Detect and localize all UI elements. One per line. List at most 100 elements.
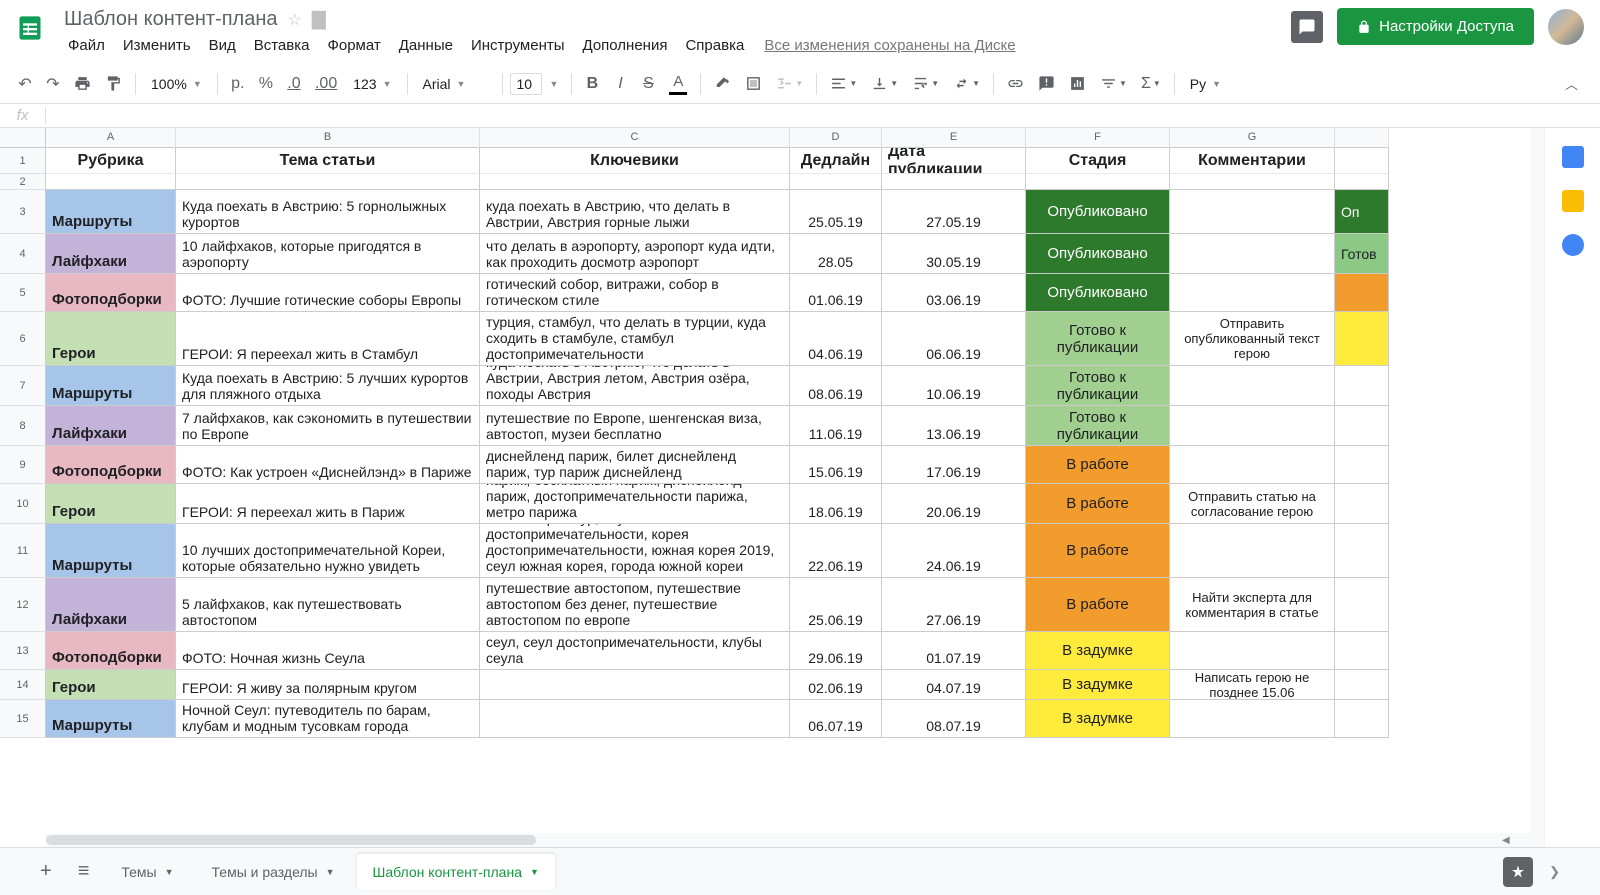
rubric-cell[interactable]: Маршруты (46, 190, 176, 234)
col-header-B[interactable]: B (176, 128, 480, 148)
rubric-cell[interactable]: Фотоподборки (46, 274, 176, 312)
comment-cell[interactable] (1170, 274, 1335, 312)
topic-cell[interactable]: 10 лайфхаков, которые пригодятся в аэроп… (176, 234, 480, 274)
row-header-4[interactable]: 4 (0, 234, 46, 274)
deadline-cell[interactable]: 25.06.19 (790, 578, 882, 632)
pubdate-cell[interactable]: 17.06.19 (882, 446, 1026, 484)
deadline-cell[interactable]: 25.05.19 (790, 190, 882, 234)
extra-cell[interactable] (1335, 670, 1389, 700)
deadline-cell[interactable]: 18.06.19 (790, 484, 882, 524)
topic-cell[interactable]: 5 лайфхаков, как путешествовать автостоп… (176, 578, 480, 632)
menu-справка[interactable]: Справка (677, 33, 752, 58)
comment-cell[interactable] (1170, 190, 1335, 234)
side-panel-toggle[interactable]: ❯ (1539, 858, 1570, 886)
extra-cell[interactable] (1335, 700, 1389, 738)
stage-cell[interactable]: Готово к публикации (1026, 366, 1170, 406)
menu-инструменты[interactable]: Инструменты (463, 33, 573, 58)
cell[interactable] (176, 174, 480, 190)
extra-cell[interactable] (1335, 366, 1389, 406)
pubdate-cell[interactable]: 06.06.19 (882, 312, 1026, 366)
rubric-cell[interactable]: Маршруты (46, 524, 176, 578)
deadline-cell[interactable]: 06.07.19 (790, 700, 882, 738)
rubric-cell[interactable]: Маршруты (46, 366, 176, 406)
keywords-cell[interactable] (480, 700, 790, 738)
comment-cell[interactable] (1170, 366, 1335, 406)
deadline-cell[interactable]: 15.06.19 (790, 446, 882, 484)
topic-cell[interactable]: Ночной Сеул: путеводитель по барам, клуб… (176, 700, 480, 738)
valign-button[interactable]: ▼ (865, 71, 904, 96)
cell[interactable] (882, 174, 1026, 190)
row-header-15[interactable]: 15 (0, 700, 46, 738)
keywords-cell[interactable]: путешествие автостопом, путешествие авто… (480, 578, 790, 632)
deadline-cell[interactable]: 02.06.19 (790, 670, 882, 700)
comment-cell[interactable]: Написать герою не позднее 15.06 (1170, 670, 1335, 700)
row-header-9[interactable]: 9 (0, 446, 46, 484)
col-header-C[interactable]: C (480, 128, 790, 148)
menu-дополнения[interactable]: Дополнения (575, 33, 676, 58)
corner-cell[interactable] (0, 128, 46, 148)
vertical-scrollbar[interactable] (1530, 128, 1544, 833)
keywords-cell[interactable]: куда поехать в Австрию, что делать в Авс… (480, 366, 790, 406)
pubdate-cell[interactable]: 20.06.19 (882, 484, 1026, 524)
currency-button[interactable]: р. (225, 71, 251, 97)
rubric-cell[interactable]: Герои (46, 670, 176, 700)
topic-cell[interactable]: 7 лайфхаков, как сэкономить в путешестви… (176, 406, 480, 446)
paint-format-button[interactable] (99, 71, 128, 96)
topic-cell[interactable]: ГЕРОИ: Я живу за полярным кругом (176, 670, 480, 700)
spreadsheet-grid[interactable]: ABCDEFG1РубрикаТема статьиКлючевикиДедла… (0, 128, 1544, 738)
keywords-cell[interactable]: сеул, сеул достопримечательности, клубы … (480, 632, 790, 670)
stage-cell[interactable]: В задумке (1026, 670, 1170, 700)
row-header-3[interactable]: 3 (0, 190, 46, 234)
rubric-cell[interactable]: Маршруты (46, 700, 176, 738)
deadline-cell[interactable]: 04.06.19 (790, 312, 882, 366)
save-status[interactable]: Все изменения сохранены на Диске (764, 37, 1015, 54)
topic-cell[interactable]: ГЕРОИ: Я переехал жить в Париж (176, 484, 480, 524)
keywords-cell[interactable]: куда поехать в Австрию, что делать в Авс… (480, 190, 790, 234)
comment-cell[interactable] (1170, 700, 1335, 738)
keywords-cell[interactable]: турция, стамбул, что делать в турции, ку… (480, 312, 790, 366)
comments-button[interactable] (1291, 11, 1323, 43)
pubdate-cell[interactable]: 30.05.19 (882, 234, 1026, 274)
extra-cell[interactable] (1335, 274, 1389, 312)
topic-cell[interactable]: 10 лучших достопримечательной Кореи, кот… (176, 524, 480, 578)
comment-cell[interactable] (1170, 234, 1335, 274)
extra-cell[interactable] (1335, 484, 1389, 524)
extra-cell[interactable]: Готов (1335, 234, 1389, 274)
pubdate-cell[interactable]: 03.06.19 (882, 274, 1026, 312)
row-header-8[interactable]: 8 (0, 406, 46, 446)
row-header-10[interactable]: 10 (0, 484, 46, 524)
stage-cell[interactable]: Опубликовано (1026, 190, 1170, 234)
filter-button[interactable]: ▼ (1094, 71, 1133, 96)
stage-cell[interactable]: Опубликовано (1026, 234, 1170, 274)
undo-button[interactable]: ↶ (12, 70, 38, 98)
tasks-icon[interactable] (1562, 234, 1584, 256)
text-color-button[interactable]: A (663, 69, 693, 99)
deadline-cell[interactable]: 11.06.19 (790, 406, 882, 446)
pubdate-cell[interactable]: 27.06.19 (882, 578, 1026, 632)
pubdate-cell[interactable]: 04.07.19 (882, 670, 1026, 700)
sheet-tab[interactable]: Темы▼ (105, 854, 189, 890)
menu-формат[interactable]: Формат (319, 33, 388, 58)
stage-cell[interactable]: В задумке (1026, 632, 1170, 670)
keep-icon[interactable] (1562, 190, 1584, 212)
extra-cell[interactable] (1335, 578, 1389, 632)
stage-cell[interactable]: В работе (1026, 524, 1170, 578)
stage-cell[interactable]: В работе (1026, 578, 1170, 632)
strike-button[interactable]: S (635, 71, 661, 97)
user-avatar[interactable] (1548, 9, 1584, 45)
comment-cell[interactable]: Найти эксперта для комментария в статье (1170, 578, 1335, 632)
row-header-14[interactable]: 14 (0, 670, 46, 700)
print-button[interactable] (68, 71, 97, 96)
italic-button[interactable]: I (607, 71, 633, 97)
percent-button[interactable]: % (253, 71, 279, 97)
comment-cell[interactable]: Отправить опубликованный текст герою (1170, 312, 1335, 366)
input-lang-select[interactable]: Ру▼ (1182, 73, 1229, 95)
explore-button[interactable] (1503, 857, 1533, 887)
sheet-tab[interactable]: Темы и разделы▼ (196, 854, 351, 890)
increase-decimals-button[interactable]: .00 (309, 71, 343, 97)
fill-color-button[interactable] (708, 71, 737, 96)
comment-cell[interactable] (1170, 446, 1335, 484)
topic-cell[interactable]: ФОТО: Ночная жизнь Сеула (176, 632, 480, 670)
pubdate-cell[interactable]: 01.07.19 (882, 632, 1026, 670)
calendar-icon[interactable] (1562, 146, 1584, 168)
